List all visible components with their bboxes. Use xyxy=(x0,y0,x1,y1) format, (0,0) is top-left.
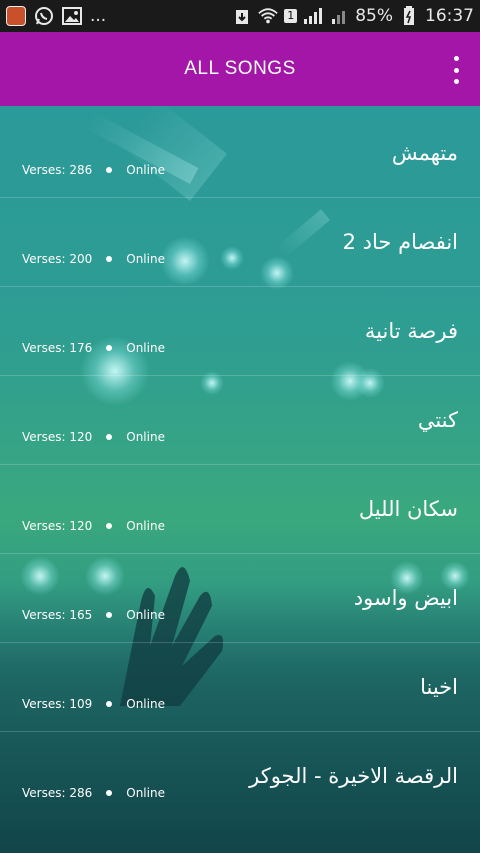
image-icon xyxy=(62,6,82,26)
verses-count: Verses: 120 xyxy=(22,519,93,533)
battery-icon xyxy=(399,6,419,26)
song-meta: Verses: 286 Online xyxy=(22,163,165,177)
app-bar: ALL SONGS xyxy=(0,32,480,106)
song-title: سكان الليل xyxy=(358,497,458,521)
more-notifications-icon: ... xyxy=(90,6,107,26)
list-item[interactable]: ابيض واسود Verses: 165 Online xyxy=(0,554,480,643)
song-list: متهمش Verses: 286 Online انفصام حاد 2 Ve… xyxy=(0,109,480,821)
signal-icon xyxy=(303,6,323,26)
verses-count: Verses: 176 xyxy=(22,341,93,355)
song-title: ابيض واسود xyxy=(353,586,458,610)
verses-count: Verses: 286 xyxy=(22,163,93,177)
status-text: Online xyxy=(126,786,165,800)
song-meta: Verses: 120 Online xyxy=(22,519,165,533)
list-item[interactable]: فرصة تانية Verses: 176 Online xyxy=(0,287,480,376)
verses-count: Verses: 165 xyxy=(22,608,93,622)
wifi-icon xyxy=(258,6,278,26)
dot-separator-icon xyxy=(106,612,113,618)
dot-separator-icon xyxy=(106,256,113,262)
page-title: ALL SONGS xyxy=(184,58,296,79)
battery-percent: 85% xyxy=(355,6,393,26)
song-meta: Verses: 200 Online xyxy=(22,252,165,266)
status-text: Online xyxy=(126,430,165,444)
download-icon xyxy=(232,6,252,26)
status-text: Online xyxy=(126,163,165,177)
verses-count: Verses: 286 xyxy=(22,786,93,800)
list-item[interactable]: متهمش Verses: 286 Online xyxy=(0,109,480,198)
song-title: اخينا xyxy=(420,675,458,699)
song-meta: Verses: 176 Online xyxy=(22,341,165,355)
app-avatar-icon xyxy=(6,6,26,26)
song-title: متهمش xyxy=(391,141,458,165)
status-text: Online xyxy=(126,697,165,711)
sim-icon: 1 xyxy=(284,9,298,23)
status-text: Online xyxy=(126,608,165,622)
dot-separator-icon xyxy=(106,434,113,440)
dot-separator-icon xyxy=(106,701,113,707)
song-title: كنتي xyxy=(417,408,458,432)
clock: 16:37 xyxy=(425,6,474,26)
list-item[interactable]: سكان الليل Verses: 120 Online xyxy=(0,465,480,554)
signal2-icon xyxy=(329,6,349,26)
song-title: انفصام حاد 2 xyxy=(342,230,458,254)
status-text: Online xyxy=(126,252,165,266)
dot-separator-icon xyxy=(106,523,113,529)
whatsapp-icon xyxy=(34,6,54,26)
dot-separator-icon xyxy=(106,345,113,351)
list-item[interactable]: انفصام حاد 2 Verses: 200 Online xyxy=(0,198,480,287)
verses-count: Verses: 120 xyxy=(22,430,93,444)
status-bar: ... 1 85% 16:37 xyxy=(0,0,480,32)
dot-separator-icon xyxy=(106,790,113,796)
verses-count: Verses: 109 xyxy=(22,697,93,711)
song-meta: Verses: 109 Online xyxy=(22,697,165,711)
song-meta: Verses: 286 Online xyxy=(22,786,165,800)
status-text: Online xyxy=(126,519,165,533)
overflow-menu-icon[interactable] xyxy=(450,56,462,84)
verses-count: Verses: 200 xyxy=(22,252,93,266)
song-meta: Verses: 120 Online xyxy=(22,430,165,444)
song-title: الرقصة الاخيرة - الجوكر xyxy=(249,764,458,788)
song-meta: Verses: 165 Online xyxy=(22,608,165,622)
song-title: فرصة تانية xyxy=(364,319,458,343)
list-item[interactable]: اخينا Verses: 109 Online xyxy=(0,643,480,732)
dot-separator-icon xyxy=(106,167,113,173)
status-text: Online xyxy=(126,341,165,355)
list-item[interactable]: كنتي Verses: 120 Online xyxy=(0,376,480,465)
list-item[interactable]: الرقصة الاخيرة - الجوكر Verses: 286 Onli… xyxy=(0,732,480,821)
